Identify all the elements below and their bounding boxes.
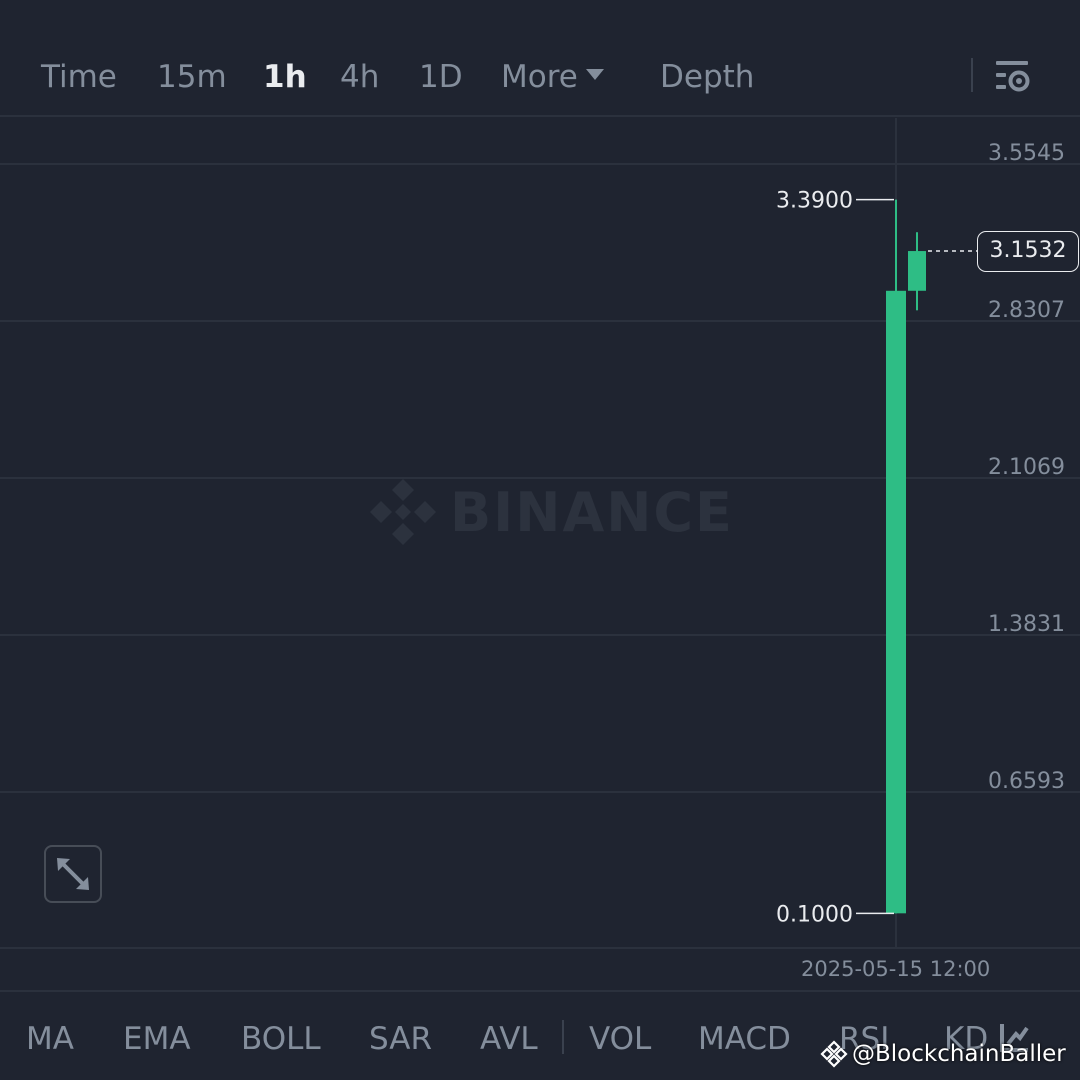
indicator-sar[interactable]: SAR [369,1019,432,1059]
indicator-avl[interactable]: AVL [480,1019,538,1059]
candle-body [908,251,926,291]
high-low-markers: 3.3900 0.1000 [776,189,894,927]
author-credit: @BlockchainBaller [820,1037,1066,1071]
price-tick-label: 2.8307 [988,298,1065,323]
indicator-boll[interactable]: BOLL [241,1019,321,1059]
candle-series [886,199,977,914]
price-tick-label: 2.1069 [988,455,1065,480]
price-tick-label: 1.3831 [988,612,1065,637]
current-price-badge: 3.1532 [977,231,1079,272]
price-tick-label: 0.6593 [988,769,1065,794]
candle-body [886,290,906,914]
expand-chart-button[interactable] [44,845,102,903]
low-price-label: 0.1000 [776,902,853,927]
time-axis-label: 2025-05-15 12:00 [801,957,991,981]
indicator-macd[interactable]: MACD [698,1019,791,1059]
price-tick-label: 3.5545 [988,141,1065,166]
indicator-ema[interactable]: EMA [123,1019,191,1059]
current-price-text: 3.1532 [989,238,1067,263]
indicator-ma[interactable]: MA [26,1019,74,1059]
binance-small-logo-icon [820,1040,848,1068]
high-price-label: 3.3900 [776,189,853,214]
credit-text: @BlockchainBaller [852,1041,1066,1067]
expand-arrows-icon [57,858,89,890]
candlestick-chart[interactable]: 3.5545 2.8307 2.1069 1.3831 0.6593 3.3900 0.1… [0,0,1080,990]
indicator-divider [562,1020,564,1054]
trading-chart-screen: Time 15m 1h 4h 1D More Depth BINANCE 3.5… [0,0,1080,1080]
indicator-vol[interactable]: VOL [589,1019,651,1059]
